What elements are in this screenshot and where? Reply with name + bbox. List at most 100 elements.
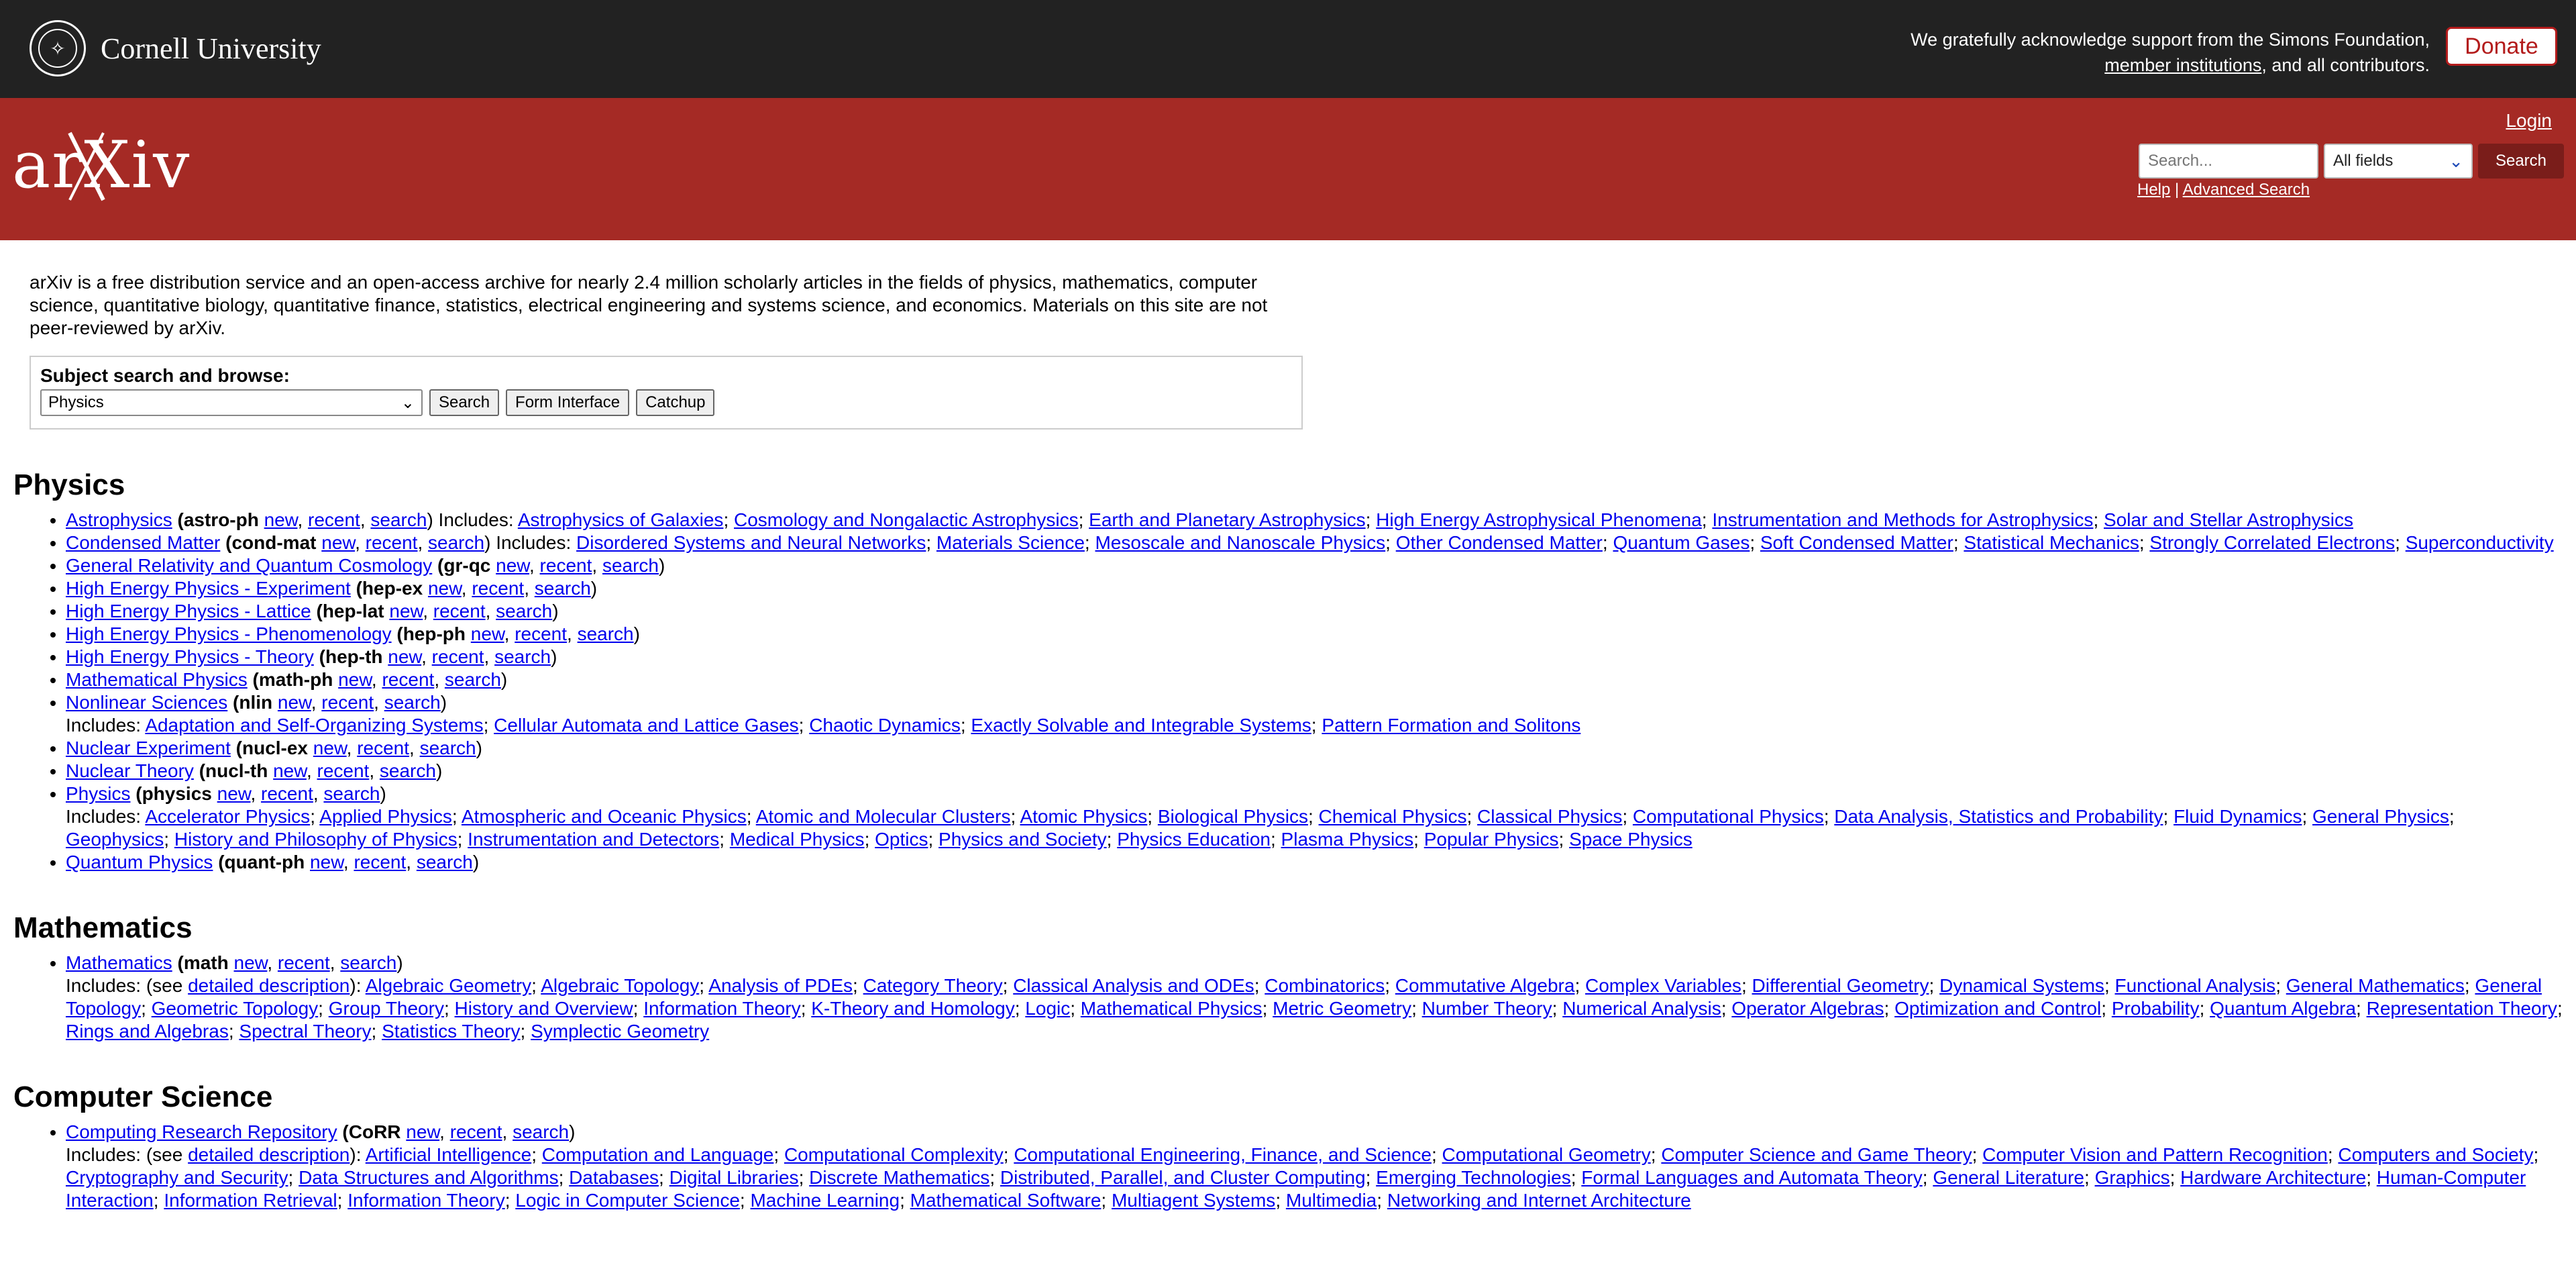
subcategory-link[interactable]: Machine Learning	[750, 1190, 900, 1211]
subcategory-link[interactable]: Graphics	[2095, 1167, 2170, 1188]
new-link[interactable]: new	[388, 646, 421, 667]
recent-link[interactable]: recent	[321, 692, 374, 713]
subcategory-link[interactable]: Metric Geometry	[1273, 998, 1411, 1019]
subcategory-link[interactable]: Astrophysics of Galaxies	[518, 509, 724, 530]
subcategory-link[interactable]: Information Theory	[643, 998, 801, 1019]
subcategory-link[interactable]: Instrumentation and Detectors	[468, 829, 719, 850]
subcategory-link[interactable]: Operator Algebras	[1731, 998, 1884, 1019]
subcategory-link[interactable]: Data Analysis, Statistics and Probabilit…	[1834, 806, 2163, 827]
new-link[interactable]: new	[406, 1121, 439, 1142]
subcategory-link[interactable]: Strongly Correlated Electrons	[2149, 532, 2395, 553]
subcategory-link[interactable]: Information Theory	[347, 1190, 505, 1211]
archive-link[interactable]: Nonlinear Sciences	[66, 692, 227, 713]
subcategory-link[interactable]: Accelerator Physics	[145, 806, 310, 827]
subcategory-link[interactable]: Geometric Topology	[152, 998, 319, 1019]
subcategory-link[interactable]: Computational Engineering, Finance, and …	[1014, 1144, 1432, 1165]
archive-link[interactable]: Mathematics	[66, 952, 172, 973]
subcategory-link[interactable]: High Energy Astrophysical Phenomena	[1376, 509, 1702, 530]
recent-link[interactable]: recent	[432, 646, 484, 667]
subcategory-link[interactable]: Distributed, Parallel, and Cluster Compu…	[1000, 1167, 1366, 1188]
archive-link[interactable]: Nuclear Experiment	[66, 738, 231, 758]
subcategory-link[interactable]: Algebraic Topology	[541, 975, 699, 996]
subcategory-link[interactable]: Number Theory	[1422, 998, 1552, 1019]
subcategory-link[interactable]: Fluid Dynamics	[2174, 806, 2302, 827]
new-link[interactable]: new	[313, 738, 347, 758]
archive-link[interactable]: High Energy Physics - Theory	[66, 646, 314, 667]
subcategory-link[interactable]: Chaotic Dynamics	[809, 715, 961, 736]
subcategory-link[interactable]: General Literature	[1933, 1167, 2084, 1188]
subcategory-link[interactable]: Representation Theory	[2367, 998, 2557, 1019]
archive-link[interactable]: High Energy Physics - Lattice	[66, 601, 311, 621]
new-link[interactable]: new	[471, 623, 504, 644]
recent-link[interactable]: recent	[357, 738, 409, 758]
subcategory-link[interactable]: Statistics Theory	[382, 1021, 520, 1042]
new-link[interactable]: new	[321, 532, 355, 553]
subcategory-link[interactable]: Adaptation and Self-Organizing Systems	[145, 715, 483, 736]
subcategory-link[interactable]: Computer Science and Game Theory	[1661, 1144, 1972, 1165]
search-link[interactable]: search	[380, 760, 436, 781]
subcategory-link[interactable]: Chemical Physics	[1319, 806, 1467, 827]
subcategory-link[interactable]: Artificial Intelligence	[366, 1144, 531, 1165]
subcategory-link[interactable]: Formal Languages and Automata Theory	[1581, 1167, 1922, 1188]
subcategory-link[interactable]: Other Condensed Matter	[1396, 532, 1603, 553]
subcategory-link[interactable]: Mathematical Physics	[1081, 998, 1263, 1019]
subcategory-link[interactable]: Atmospheric and Oceanic Physics	[462, 806, 747, 827]
subcategory-link[interactable]: Differential Geometry	[1752, 975, 1929, 996]
search-link[interactable]: search	[445, 669, 501, 690]
subcategory-link[interactable]: Rings and Algebras	[66, 1021, 229, 1042]
subcategory-link[interactable]: Emerging Technologies	[1376, 1167, 1571, 1188]
subcategory-link[interactable]: Soft Condensed Matter	[1760, 532, 1953, 553]
search-link[interactable]: search	[513, 1121, 569, 1142]
subcategory-link[interactable]: Probability	[2112, 998, 2200, 1019]
login-link[interactable]: Login	[2506, 110, 2552, 132]
subcategory-link[interactable]: Geophysics	[66, 829, 164, 850]
archive-link[interactable]: Computing Research Repository	[66, 1121, 337, 1142]
subcategory-link[interactable]: Cryptography and Security	[66, 1167, 288, 1188]
recent-link[interactable]: recent	[515, 623, 567, 644]
subcategory-link[interactable]: Exactly Solvable and Integrable Systems	[971, 715, 1311, 736]
subcategory-link[interactable]: Quantum Gases	[1613, 532, 1750, 553]
subcategory-link[interactable]: Earth and Planetary Astrophysics	[1089, 509, 1365, 530]
browse-search-button[interactable]: Search	[429, 389, 500, 416]
subcategory-link[interactable]: Combinatorics	[1265, 975, 1385, 996]
subcategory-link[interactable]: Disordered Systems and Neural Networks	[576, 532, 926, 553]
subcategory-link[interactable]: Category Theory	[863, 975, 1003, 996]
recent-link[interactable]: recent	[540, 555, 592, 576]
subcategory-link[interactable]: Databases	[569, 1167, 659, 1188]
subcategory-link[interactable]: Statistical Mechanics	[1964, 532, 2139, 553]
subcategory-link[interactable]: Cosmology and Nongalactic Astrophysics	[734, 509, 1079, 530]
arxiv-logo[interactable]: arXiv	[12, 132, 191, 201]
subcategory-link[interactable]: Cellular Automata and Lattice Gases	[494, 715, 798, 736]
search-link[interactable]: search	[494, 646, 551, 667]
subcategory-link[interactable]: Commutative Algebra	[1395, 975, 1575, 996]
recent-link[interactable]: recent	[354, 852, 406, 872]
recent-link[interactable]: recent	[382, 669, 434, 690]
subcategory-link[interactable]: Complex Variables	[1585, 975, 1741, 996]
subcategory-link[interactable]: Networking and Internet Architecture	[1387, 1190, 1691, 1211]
subcategory-link[interactable]: Mesoscale and Nanoscale Physics	[1095, 532, 1385, 553]
search-link[interactable]: search	[602, 555, 659, 576]
subcategory-link[interactable]: Dynamical Systems	[1939, 975, 2104, 996]
subcategory-link[interactable]: Quantum Algebra	[2210, 998, 2356, 1019]
new-link[interactable]: new	[234, 952, 268, 973]
subcategory-link[interactable]: Applied Physics	[319, 806, 452, 827]
subject-select[interactable]: Physics ⌄	[40, 389, 423, 416]
subcategory-link[interactable]: Computational Complexity	[784, 1144, 1004, 1165]
subcategory-link[interactable]: Logic in Computer Science	[515, 1190, 740, 1211]
subcategory-link[interactable]: Symplectic Geometry	[531, 1021, 709, 1042]
archive-link[interactable]: General Relativity and Quantum Cosmology	[66, 555, 432, 576]
subcategory-link[interactable]: Pattern Formation and Solitons	[1322, 715, 1580, 736]
subcategory-link[interactable]: General Physics	[2312, 806, 2449, 827]
recent-link[interactable]: recent	[308, 509, 360, 530]
search-link[interactable]: search	[578, 623, 634, 644]
catchup-button[interactable]: Catchup	[636, 389, 715, 416]
subcategory-link[interactable]: Atomic Physics	[1020, 806, 1147, 827]
subcategory-link[interactable]: History and Philosophy of Physics	[174, 829, 458, 850]
recent-link[interactable]: recent	[261, 783, 313, 804]
new-link[interactable]: new	[496, 555, 529, 576]
subcategory-link[interactable]: Discrete Mathematics	[809, 1167, 989, 1188]
subcategory-link[interactable]: Spectral Theory	[239, 1021, 371, 1042]
search-field-select[interactable]: All fields ⌄	[2324, 144, 2473, 179]
subcategory-link[interactable]: Multimedia	[1286, 1190, 1377, 1211]
subcategory-link[interactable]: Information Retrieval	[164, 1190, 337, 1211]
